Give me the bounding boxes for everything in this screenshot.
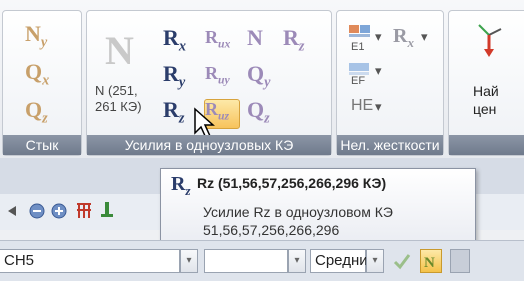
e1-dropdown-icon[interactable]: ▾: [375, 29, 382, 45]
ny-toggle-icon: N: [424, 255, 435, 271]
tooltip-line1: Усилие Rz в одноузловом КЭ: [203, 204, 393, 220]
extra-button[interactable]: [450, 249, 470, 273]
zoom-out-icon[interactable]: [28, 202, 46, 220]
mode-combo[interactable]: Средни: [310, 249, 368, 273]
tooltip-body: Усилие Rz в одноузловом КЭ 51,56,57,256,…: [203, 203, 393, 239]
group-label-nonlin: Нел. жесткости: [337, 135, 443, 155]
support-icon[interactable]: [98, 200, 116, 220]
qz-button[interactable]: Qz: [25, 97, 48, 127]
zoom-in-icon[interactable]: [50, 202, 68, 220]
tooltip-line2: 51,56,57,256,266,296: [203, 222, 340, 238]
find-label-line1: Най: [473, 83, 499, 99]
ry-button[interactable]: Ry: [163, 61, 185, 91]
tooltip-title: Rz (51,56,57,256,266,296 КЭ): [197, 175, 387, 191]
find-center-icon[interactable]: [475, 21, 505, 61]
ef-dropdown-icon[interactable]: ▾: [375, 63, 382, 79]
he-button[interactable]: HE: [351, 97, 373, 115]
group-styk: Ny Qx Qz Стык: [2, 10, 82, 156]
mode-combo-dropdown-icon[interactable]: ▾: [366, 249, 384, 273]
group-label-efforts: Усилия в одноузловых КЭ: [87, 135, 331, 155]
tooltip-rz-icon: Rz: [171, 173, 191, 198]
arrow-icon[interactable]: [6, 202, 24, 220]
ef-label: EF: [351, 75, 366, 87]
group-label-find: [449, 135, 524, 155]
group-efforts: N N (251, 261 КЭ) Rx Rux N Rz Ry Ruy Qy …: [86, 10, 332, 156]
ruy-button[interactable]: Ruy: [205, 63, 230, 87]
group-find: Най цен: [448, 10, 524, 156]
svg-text:N: N: [424, 255, 435, 271]
n-button[interactable]: N: [247, 25, 263, 51]
group-label-styk: Стык: [3, 135, 81, 155]
blank-combo[interactable]: [204, 249, 288, 273]
blank-combo-dropdown-icon[interactable]: ▾: [288, 249, 306, 273]
frame-icon[interactable]: [74, 200, 94, 220]
big-n-button[interactable]: N: [105, 27, 134, 74]
rux-button[interactable]: Rux: [205, 27, 230, 51]
name-dropdown-icon[interactable]: ▾: [180, 249, 198, 273]
bottom-toolbar: CH5 ▾ ▾ Средни ▾ N: [0, 240, 524, 281]
check-icon[interactable]: [392, 251, 412, 271]
qy-button[interactable]: Qy: [247, 61, 270, 91]
name-field[interactable]: CH5: [0, 249, 180, 273]
rx-button[interactable]: Rx: [163, 25, 186, 55]
group-nonlin: E1 ▾ Rx ▾ EF ▾ HE ▾ Нел. жесткости: [336, 10, 444, 156]
highlight-toggle[interactable]: N: [420, 249, 442, 273]
qz-effort-button[interactable]: Qz: [247, 97, 270, 127]
rx-dash-button[interactable]: Rx: [393, 25, 414, 51]
big-n-caption: N (251, 261 КЭ): [95, 83, 142, 114]
find-label-line2: цен: [473, 101, 497, 117]
ribbon: Ny Qx Qz Стык N N (251, 261 КЭ) Rx Rux N…: [0, 0, 524, 159]
rz-top-button[interactable]: Rz: [283, 25, 304, 55]
rz-button[interactable]: Rz: [163, 97, 184, 127]
rx-dash-dropdown-icon[interactable]: ▾: [421, 29, 428, 45]
e1-label: E1: [351, 41, 365, 53]
he-dropdown-icon[interactable]: ▾: [375, 99, 382, 115]
qx-button[interactable]: Qx: [25, 59, 49, 89]
ny-button[interactable]: Ny: [25, 21, 47, 51]
